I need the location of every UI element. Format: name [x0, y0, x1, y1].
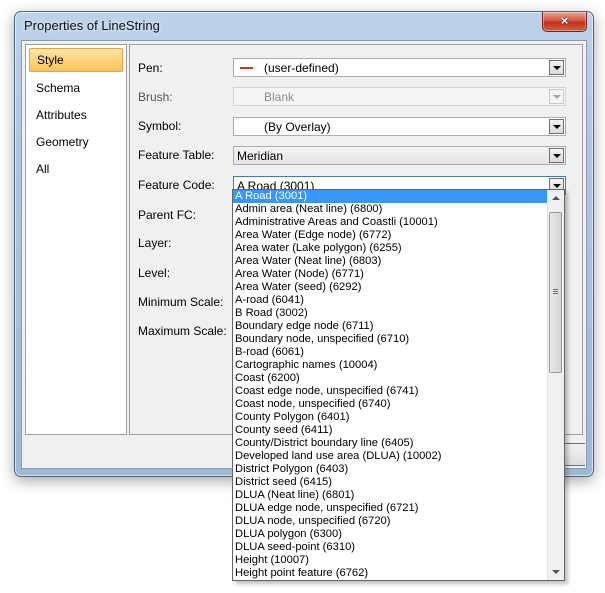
dropdown-option[interactable]: County seed (6411) [233, 424, 548, 437]
brush-value: Blank [264, 90, 295, 104]
dropdown-options: A Road (3001) Admin area (Neat line) (680… [233, 190, 548, 580]
dropdown-option[interactable]: Coast (6200) [233, 372, 548, 385]
symbol-dropdown[interactable]: (By Overlay) [233, 117, 566, 136]
dropdown-option[interactable]: A-road (6041) [233, 294, 548, 307]
sidebar-item-geometry[interactable]: Geometry [26, 129, 126, 156]
scroll-down-icon[interactable] [548, 564, 564, 580]
close-icon: × [560, 13, 569, 28]
dropdown-option[interactable]: DLUA node, unspecified (6720) [233, 515, 548, 528]
dropdown-option[interactable]: Area water (Lake polygon) (6255) [233, 242, 548, 255]
feature-code-label: Feature Code: [138, 178, 215, 192]
dropdown-option[interactable]: Area Water (Neat line) (6803) [233, 255, 548, 268]
dropdown-option[interactable]: Area Water (Node) (6771) [233, 268, 548, 281]
title-bar[interactable]: Properties of LineString × [15, 12, 593, 40]
dropdown-option[interactable]: B Road (3002) [233, 307, 548, 320]
dropdown-option[interactable]: Cartographic names (10004) [233, 359, 548, 372]
maximum-scale-label: Maximum Scale: [138, 324, 227, 338]
sidebar-item-attributes[interactable]: Attributes [26, 102, 126, 129]
dropdown-option[interactable]: Area Water (seed) (6292) [233, 281, 548, 294]
dropdown-option[interactable]: Height point feature (6762) [233, 567, 548, 580]
dropdown-scrollbar[interactable] [547, 190, 564, 580]
feature-table-dropdown[interactable]: Meridian [233, 146, 566, 165]
dropdown-option[interactable]: A Road (3001) [233, 190, 548, 203]
pen-dropdown[interactable]: (user-defined) [233, 58, 566, 77]
dropdown-option[interactable]: District seed (6415) [233, 476, 548, 489]
dropdown-option[interactable]: Admin area (Neat line) (6800) [233, 203, 548, 216]
dropdown-option[interactable]: County Polygon (6401) [233, 411, 548, 424]
dropdown-option[interactable]: Coast edge node, unspecified (6741) [233, 385, 548, 398]
symbol-label: Symbol: [138, 119, 182, 133]
brush-label: Brush: [138, 90, 173, 104]
grip-icon [553, 289, 558, 295]
pen-value: (user-defined) [264, 61, 339, 75]
chevron-down-icon[interactable] [549, 148, 564, 163]
symbol-value: (By Overlay) [264, 120, 331, 134]
parent-fc-label: Parent FC: [138, 208, 197, 222]
pen-label: Pen: [138, 61, 163, 75]
dropdown-option[interactable]: Coast node, unspecified (6740) [233, 398, 548, 411]
dropdown-option[interactable]: Boundary edge node (6711) [233, 320, 548, 333]
scrollbar-thumb[interactable] [549, 212, 562, 373]
dropdown-option[interactable]: DLUA seed-point (6310) [233, 541, 548, 554]
sidebar-item-style[interactable]: Style [29, 48, 123, 72]
chevron-down-icon [549, 89, 564, 104]
feature-table-value: Meridian [237, 149, 284, 163]
sidebar-item-all[interactable]: All [26, 156, 126, 183]
close-button[interactable]: × [542, 12, 587, 32]
dropdown-option[interactable]: County/District boundary line (6405) [233, 437, 548, 450]
dropdown-option[interactable]: B-road (6061) [233, 346, 548, 359]
dropdown-option[interactable]: Area Water (Edge node) (6772) [233, 229, 548, 242]
brush-dropdown: Blank [233, 87, 566, 106]
chevron-down-icon[interactable] [549, 60, 564, 75]
dropdown-option[interactable]: Boundary node, unspecified (6710) [233, 333, 548, 346]
dropdown-option[interactable]: DLUA polygon (6300) [233, 528, 548, 541]
level-label: Level: [138, 266, 171, 280]
dropdown-option[interactable]: DLUA edge node, unspecified (6721) [233, 502, 548, 515]
feature-code-dropdown-list[interactable]: A Road (3001) Admin area (Neat line) (680… [232, 189, 565, 581]
layer-label: Layer: [138, 236, 172, 250]
dropdown-option[interactable]: Administrative Areas and Coastli (10001) [233, 216, 548, 229]
dropdown-option[interactable]: Developed land use area (DLUA) (10002) [233, 450, 548, 463]
chevron-down-icon[interactable] [549, 119, 564, 134]
dropdown-option[interactable]: DLUA (Neat line) (6801) [233, 489, 548, 502]
dropdown-option[interactable]: Height (10007) [233, 554, 548, 567]
category-sidebar: Style Schema Attributes Geometry All [25, 44, 127, 435]
dropdown-option[interactable]: District Polygon (6403) [233, 463, 548, 476]
feature-table-label: Feature Table: [138, 148, 215, 162]
scroll-up-icon[interactable] [548, 190, 564, 206]
sidebar-item-schema[interactable]: Schema [26, 75, 126, 102]
minimum-scale-label: Minimum Scale: [138, 295, 224, 309]
window-title: Properties of LineString [24, 18, 160, 33]
pen-color-swatch [240, 67, 253, 69]
